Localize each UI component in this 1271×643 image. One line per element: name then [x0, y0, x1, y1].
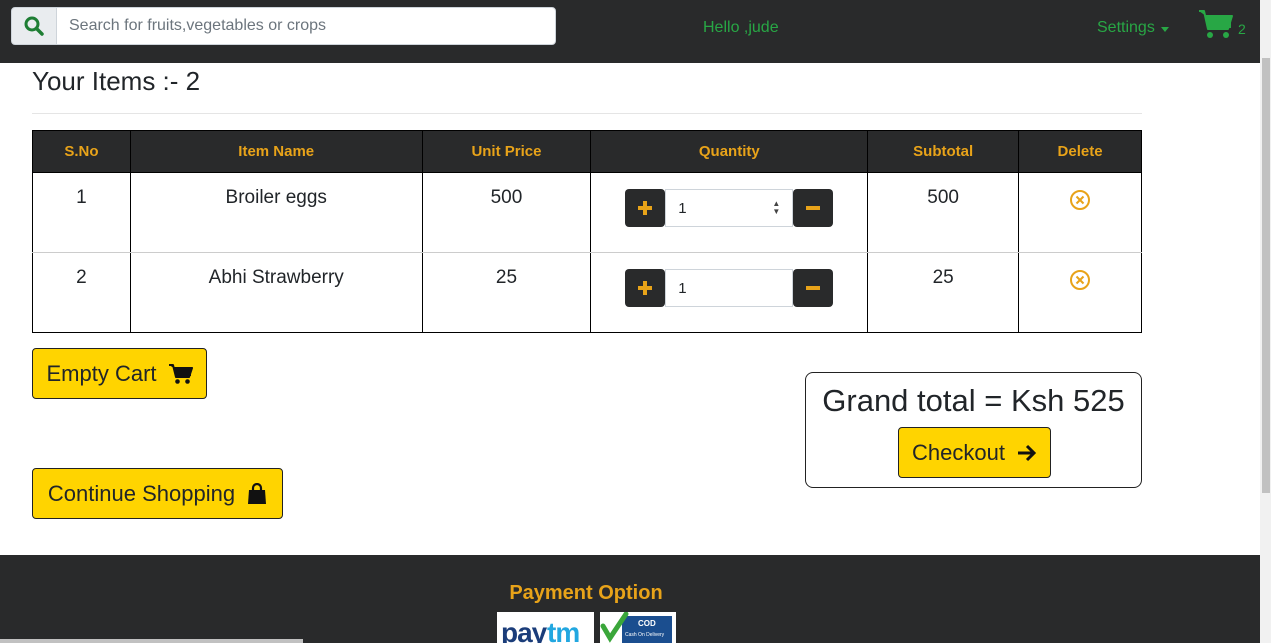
cell-quantity: 1 ▲ ▼	[590, 172, 869, 253]
close-circle-icon	[1070, 190, 1091, 210]
page-title: Your Items :- 2	[32, 66, 201, 96]
shopping-cart-icon	[168, 363, 193, 384]
svg-text:pay: pay	[501, 617, 548, 643]
svg-text:COD: COD	[638, 619, 656, 628]
cart-table: S.No Item Name Unit Price Quantity Subto…	[32, 130, 1142, 333]
cell-sno: 2	[32, 252, 131, 333]
quantity-value: 1	[678, 199, 687, 217]
settings-dropdown[interactable]: Settings	[1097, 19, 1169, 37]
table-row: 2 Abhi Strawberry 25 1 25	[32, 252, 1142, 333]
grand-total-text: Grand total = Ksh 525	[822, 383, 1125, 418]
horizontal-scrollbar[interactable]	[0, 639, 303, 643]
table-row: 1 Broiler eggs 500 1 ▲ ▼ 500	[32, 172, 1142, 253]
quantity-stepper: 1 ▲ ▼	[591, 189, 867, 227]
search-input[interactable]	[56, 7, 556, 45]
cell-unit-price: 25	[421, 252, 592, 333]
footer: Payment Option pay tm COD Cash On Delive…	[0, 555, 1260, 643]
quantity-input[interactable]: 1	[665, 269, 794, 307]
minus-icon	[806, 206, 821, 210]
plus-icon	[638, 281, 653, 295]
cell-delete	[1018, 172, 1142, 253]
checkout-button[interactable]: Checkout	[898, 427, 1051, 478]
column-header-unit-price: Unit Price	[421, 130, 592, 173]
top-navbar: Hello ,jude Settings 2	[0, 0, 1260, 63]
cell-unit-price: 500	[421, 172, 592, 253]
svg-text:tm: tm	[547, 617, 579, 643]
arrow-right-icon	[1017, 444, 1037, 461]
chevron-down-icon	[1160, 26, 1169, 32]
column-header-sno: S.No	[32, 130, 131, 173]
continue-shopping-label: Continue Shopping	[47, 480, 236, 506]
search-icon	[24, 16, 44, 36]
remove-item-button[interactable]	[1069, 189, 1091, 217]
payment-option-title: Payment Option	[509, 582, 663, 604]
cell-subtotal: 500	[867, 172, 1020, 253]
column-header-subtotal: Subtotal	[867, 130, 1020, 173]
scrollbar-thumb[interactable]	[1262, 58, 1270, 493]
decrease-quantity-button[interactable]	[793, 189, 834, 227]
paytm-logo: pay tm	[497, 612, 594, 643]
cell-quantity: 1	[590, 252, 869, 333]
cell-item-name: Broiler eggs	[129, 172, 423, 253]
cell-item-name: Abhi Strawberry	[129, 252, 423, 333]
close-circle-icon	[1070, 270, 1091, 290]
table-header-row: S.No Item Name Unit Price Quantity Subto…	[32, 130, 1142, 173]
checkout-label: Checkout	[912, 439, 1005, 465]
decrease-quantity-button[interactable]	[793, 269, 834, 307]
cell-subtotal: 25	[867, 252, 1020, 333]
column-header-item-name: Item Name	[129, 130, 423, 173]
minus-icon	[806, 286, 821, 290]
greeting-text: Hello ,jude	[703, 19, 779, 36]
divider	[32, 113, 1142, 114]
cart-count-badge: 2	[1238, 21, 1246, 37]
continue-shopping-button[interactable]: Continue Shopping	[32, 468, 283, 519]
svg-text:Cash On Delivery: Cash On Delivery	[625, 632, 665, 638]
empty-cart-label: Empty Cart	[46, 360, 157, 386]
column-header-quantity: Quantity	[590, 130, 869, 173]
empty-cart-button[interactable]: Empty Cart	[32, 348, 207, 399]
cart-link[interactable]: 2	[1198, 8, 1246, 40]
spinner-arrows-icon[interactable]: ▲ ▼	[772, 200, 780, 216]
cell-delete	[1018, 252, 1142, 333]
cash-on-delivery-logo: COD Cash On Delivery	[600, 612, 676, 643]
column-header-delete: Delete	[1018, 130, 1142, 173]
plus-icon	[638, 201, 653, 215]
search-button[interactable]	[11, 7, 57, 45]
remove-item-button[interactable]	[1069, 269, 1091, 297]
settings-label: Settings	[1097, 19, 1155, 36]
quantity-input[interactable]: 1 ▲ ▼	[665, 189, 794, 227]
grand-total-panel: Grand total = Ksh 525 Checkout	[805, 372, 1142, 488]
shopping-cart-icon	[1199, 10, 1233, 38]
cell-sno: 1	[32, 172, 131, 253]
shopping-bag-icon	[248, 482, 267, 504]
quantity-value: 1	[678, 279, 687, 297]
increase-quantity-button[interactable]	[625, 269, 666, 307]
increase-quantity-button[interactable]	[625, 189, 666, 227]
quantity-stepper: 1	[591, 269, 867, 307]
